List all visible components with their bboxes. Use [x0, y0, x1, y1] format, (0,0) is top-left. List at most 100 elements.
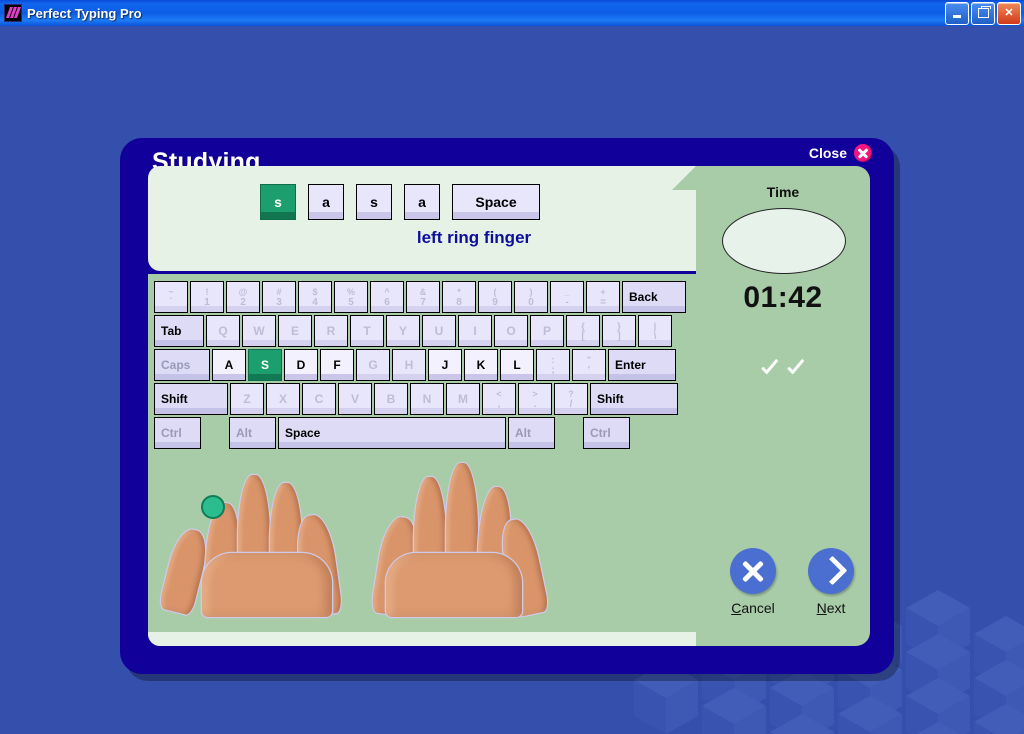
checkmark-icon: [758, 361, 782, 383]
key-bottom-label: 8: [456, 297, 462, 308]
keyboard-row: Caps A S D F G H J K L:; " ' Enter: [154, 349, 688, 381]
minimize-button[interactable]: [945, 1, 969, 25]
keyboard-key[interactable]: ~ `: [154, 281, 188, 313]
key-bottom-label: ,: [497, 399, 501, 410]
key-top-label: |: [653, 321, 657, 331]
next-rest: ext: [826, 600, 846, 616]
key-top-label: +: [600, 287, 606, 297]
keyboard-key[interactable]: B: [374, 383, 408, 415]
keyboard-key[interactable]: | \: [638, 315, 672, 347]
window-controls: ✕: [945, 1, 1024, 25]
sequence-key: s: [356, 184, 392, 220]
keyboard-key[interactable]: Ctrl: [154, 417, 201, 449]
keyboard-key[interactable]: O: [494, 315, 528, 347]
keyboard-key[interactable]: F: [320, 349, 354, 381]
keyboard-key[interactable]: Alt: [508, 417, 555, 449]
keyboard-key[interactable]: Ctrl: [583, 417, 630, 449]
keyboard-key[interactable]: Enter: [608, 349, 676, 381]
keyboard-key[interactable]: N: [410, 383, 444, 415]
keyboard-key[interactable]: W: [242, 315, 276, 347]
keyboard-key[interactable]: P: [530, 315, 564, 347]
keyboard-key[interactable]: Shift: [154, 383, 228, 415]
keyboard-key[interactable]: * 8: [442, 281, 476, 313]
clock-face-ellipse: [722, 208, 846, 274]
keyboard-key[interactable]: $4: [298, 281, 332, 313]
key-top-label: @: [238, 287, 248, 297]
keyboard-key[interactable]: <,: [482, 383, 516, 415]
exercise-panel: s a s a Space left ring finger: [148, 166, 700, 271]
keyboard-key[interactable]: S: [248, 349, 282, 381]
keyboard-key[interactable]: ! 1: [190, 281, 224, 313]
keyboard-key[interactable]: & 7: [406, 281, 440, 313]
keyboard-key[interactable]: H: [392, 349, 426, 381]
next-label[interactable]: Next: [794, 600, 868, 616]
keyboard-key[interactable]: C: [302, 383, 336, 415]
key-bottom-label: \: [653, 331, 657, 342]
keyboard-key[interactable]: ? /: [554, 383, 588, 415]
keyboard-key[interactable]: A: [212, 349, 246, 381]
key-top-label: ": [586, 355, 592, 365]
chevron-right-icon: [817, 555, 848, 586]
keyboard-key[interactable]: Q: [206, 315, 240, 347]
keyboard-key[interactable]: @2: [226, 281, 260, 313]
keyboard-key[interactable]: I: [458, 315, 492, 347]
keyboard-key[interactable]: Tab: [154, 315, 204, 347]
keyboard-key[interactable]: T: [350, 315, 384, 347]
close-circle-icon[interactable]: [854, 144, 872, 162]
cancel-rest: ancel: [741, 600, 775, 616]
keyboard-key[interactable]: Z: [230, 383, 264, 415]
keyboard-key[interactable]: V: [338, 383, 372, 415]
keyboard-key[interactable]: ) 0: [514, 281, 548, 313]
keyboard-key[interactable]: Y: [386, 315, 420, 347]
keyboard-key[interactable]: ^ 6: [370, 281, 404, 313]
key-bottom-label: /: [569, 399, 573, 410]
keyboard-key[interactable]: {[: [566, 315, 600, 347]
keyboard-key[interactable]: #3: [262, 281, 296, 313]
keyboard-key[interactable]: :;: [536, 349, 570, 381]
keyboard-row: Tab Q W E R T Y U I O P{[}] | \: [154, 315, 688, 347]
progress-checkmarks: [696, 361, 870, 383]
cancel-label[interactable]: Cancel: [716, 600, 790, 616]
keyboard-key[interactable]: G: [356, 349, 390, 381]
time-value: 01:42: [743, 281, 823, 314]
left-ring-finger-marker: [201, 495, 225, 519]
key-bottom-label: ;: [551, 365, 555, 376]
next-accel: N: [816, 600, 827, 616]
cancel-button[interactable]: [730, 548, 776, 594]
key-bottom-label: 1: [204, 297, 210, 308]
keyboard-key[interactable]: " ': [572, 349, 606, 381]
keyboard-key[interactable]: Alt: [229, 417, 276, 449]
keyboard-key[interactable]: L: [500, 349, 534, 381]
keyboard-key[interactable]: >.: [518, 383, 552, 415]
key-top-label: ~: [168, 287, 174, 297]
keyboard-row: Shift Z X C V B N M <, >.? / Shift: [154, 383, 688, 415]
finger-hint-text: left ring finger: [416, 228, 532, 247]
keyboard-key[interactable]: _ -: [550, 281, 584, 313]
virtual-keyboard: ~ `! 1 @2 #3 $4% 5 ^ 6 & 7 * 8(9) 0 _ - + = Back Tab Q W E R T Y U…: [154, 281, 688, 451]
keyboard-key[interactable]: Caps: [154, 349, 210, 381]
keyboard-key[interactable]: K: [464, 349, 498, 381]
sequence-key: a: [404, 184, 440, 220]
keyboard-key[interactable]: J: [428, 349, 462, 381]
keyboard-key[interactable]: X: [266, 383, 300, 415]
keyboard-key[interactable]: M: [446, 383, 480, 415]
keyboard-key[interactable]: Shift: [590, 383, 678, 415]
keyboard-key[interactable]: + =: [586, 281, 620, 313]
keyboard-key[interactable]: D: [284, 349, 318, 381]
key-top-label: #: [276, 287, 282, 297]
restore-button[interactable]: [971, 1, 995, 25]
key-top-label: &: [419, 287, 427, 297]
close-dialog-button[interactable]: Close: [809, 144, 872, 162]
keyboard-key[interactable]: E: [278, 315, 312, 347]
keyboard-key[interactable]: U: [422, 315, 456, 347]
key-bottom-label: ]: [617, 331, 621, 342]
keyboard-key[interactable]: % 5: [334, 281, 368, 313]
keyboard-key[interactable]: (9: [478, 281, 512, 313]
keyboard-key[interactable]: }]: [602, 315, 636, 347]
keyboard-key[interactable]: Back: [622, 281, 686, 313]
keyboard-key[interactable]: Space: [278, 417, 506, 449]
close-window-button[interactable]: ✕: [997, 1, 1021, 25]
next-button[interactable]: [808, 548, 854, 594]
key-top-label: {: [581, 321, 585, 331]
keyboard-key[interactable]: R: [314, 315, 348, 347]
